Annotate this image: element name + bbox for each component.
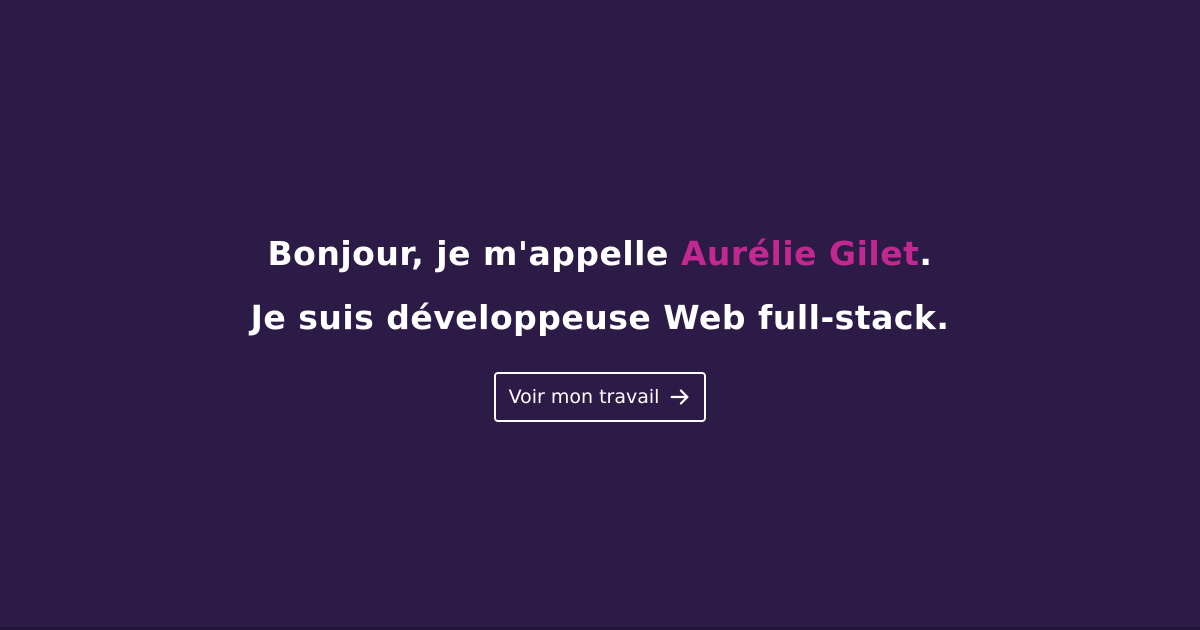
headline-line-2: Je suis développeuse Web full-stack. <box>250 298 950 337</box>
greeting-text: Bonjour, je m'appelle <box>267 234 681 273</box>
greeting-period: . <box>919 234 933 273</box>
view-work-label: Voir mon travail <box>508 386 660 408</box>
author-name: Aurélie Gilet <box>680 234 920 273</box>
hero-headline: Bonjour, je m'appelle Aurélie Gilet. Je … <box>0 222 1200 350</box>
hero-section: Bonjour, je m'appelle Aurélie Gilet. Je … <box>0 0 1200 630</box>
headline-line-1: Bonjour, je m'appelle Aurélie Gilet. <box>0 222 1200 286</box>
view-work-button[interactable]: Voir mon travail <box>494 372 706 422</box>
arrow-right-icon <box>669 386 691 408</box>
